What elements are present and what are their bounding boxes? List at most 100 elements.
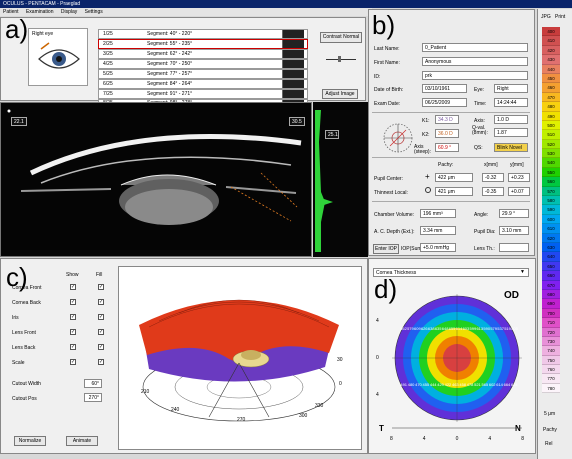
- segment-list[interactable]: 1/25 Segment: 40° - 220° 2/25 Segment: 55°…: [98, 29, 308, 106]
- scale-cell: 610: [542, 224, 560, 234]
- fill-checkbox[interactable]: ✓: [98, 284, 104, 290]
- thinnest-pachy: 421 μm: [435, 187, 473, 196]
- show-checkbox[interactable]: ✓: [70, 299, 76, 305]
- k1-label: K1:: [422, 118, 430, 124]
- scale-cell: 490: [542, 111, 560, 121]
- scale-step[interactable]: 5 μm: [544, 411, 555, 417]
- show-checkbox[interactable]: ✓: [70, 314, 76, 320]
- x-axis-ticks: 8 4 0 4 8: [390, 436, 524, 442]
- lens-thickness-value: [499, 243, 529, 252]
- thickness-value: 648: [441, 325, 449, 331]
- chamber-volume-label: Chamber Volume:: [374, 212, 415, 218]
- pachy-scale-button[interactable]: Pachy: [543, 427, 557, 433]
- menu-settings[interactable]: Settings: [85, 9, 103, 15]
- pupil-center-y: +0.23: [508, 173, 530, 182]
- scale-cell: 470: [542, 92, 560, 103]
- scale-cell: 780: [542, 383, 560, 394]
- enter-iop-button[interactable]: Enter IOP: [373, 244, 399, 254]
- thickness-value: 478: [466, 381, 474, 387]
- qs-status: Blink Novel: [494, 143, 528, 152]
- segment-row[interactable]: 4/25 Segment: 70° - 250°: [98, 59, 308, 69]
- scale-cell: 450: [542, 73, 560, 84]
- scale-cell: 460: [542, 83, 560, 93]
- angle-label-30: 30: [337, 357, 343, 363]
- thickness-value: 614: [455, 325, 463, 331]
- scale-cell: 410: [542, 36, 560, 46]
- dob-label: Date of Birth:: [374, 87, 404, 93]
- qval-label: Q-val. (8mm):: [472, 125, 488, 136]
- fill-checkbox[interactable]: ✓: [98, 359, 104, 365]
- color-scale: JPG Print 400 410 420 430 440 450 460 470 480 490…: [537, 9, 572, 459]
- scale-cell: 540: [542, 158, 560, 168]
- fill-checkbox[interactable]: ✓: [98, 344, 104, 350]
- pupil-dia-label: Pupil Dia:: [474, 229, 496, 235]
- scale-cell: 550: [542, 167, 560, 178]
- eye-label: Right eye: [32, 31, 54, 37]
- segment-row[interactable]: 3/25 Segment: 62° - 242°: [98, 49, 308, 59]
- show-checkbox[interactable]: ✓: [70, 284, 76, 290]
- 3d-cornea-view[interactable]: 300 270 240 210 330 0 30: [118, 266, 362, 450]
- scale-cell: 710: [542, 318, 560, 328]
- ac-depth-value: 3.34 mm: [420, 226, 456, 235]
- show-checkbox[interactable]: ✓: [70, 329, 76, 335]
- scale-cell: 500: [542, 120, 560, 131]
- thickness-value: 463: [451, 381, 459, 387]
- fill-checkbox[interactable]: ✓: [98, 314, 104, 320]
- segment-row-selected[interactable]: 2/25 Segment: 55° - 235°: [98, 39, 308, 49]
- last-name-label: Last Name:: [374, 46, 400, 52]
- fill-checkbox[interactable]: ✓: [98, 299, 104, 305]
- contrast-button[interactable]: Contrast Normal: [320, 32, 362, 43]
- scale-cell: 620: [542, 233, 560, 243]
- segment-row[interactable]: 5/25 Segment: 77° - 257°: [98, 69, 308, 79]
- thinnest-label: Thinnest Local:: [374, 190, 408, 196]
- chevron-down-icon[interactable]: ▼: [520, 269, 525, 275]
- density-profile: 25.1: [313, 102, 368, 257]
- scheimpflug-scan: [7, 109, 302, 225]
- cutout-width-input[interactable]: 60°: [84, 379, 102, 388]
- scale-cell: 600: [542, 214, 560, 225]
- scale-cell: 420: [542, 45, 560, 56]
- ac-depth-label: A. C. Depth (Ext.):: [374, 229, 415, 235]
- adjust-image-button[interactable]: Adjust Image: [322, 89, 358, 99]
- first-name-field[interactable]: Anonymous: [422, 57, 528, 66]
- thinnest-x: -0.35: [482, 187, 504, 196]
- show-checkbox[interactable]: ✓: [70, 359, 76, 365]
- segment-row[interactable]: 1/25 Segment: 40° - 220°: [98, 29, 308, 39]
- y-header: y[mm]: [510, 162, 524, 168]
- scale-cell: 670: [542, 280, 560, 290]
- panel-letter-b: b): [372, 10, 396, 40]
- thickness-value: 505: [511, 325, 518, 331]
- cutout-pos-input[interactable]: 270°: [84, 393, 102, 402]
- scheimpflug-image: 22.1 30.5: [0, 102, 312, 257]
- thickness-value: 626: [420, 325, 428, 331]
- fill-checkbox[interactable]: ✓: [98, 329, 104, 335]
- id-field[interactable]: prk: [422, 71, 528, 80]
- angle-label-300: 300: [299, 413, 308, 419]
- dob-field[interactable]: 03/10/1961: [422, 84, 467, 93]
- segment-row[interactable]: 6/25 Segment: 84° - 264°: [98, 79, 308, 89]
- pupil-center-pachy: 422 μm: [435, 173, 473, 182]
- jpg-button[interactable]: JPG: [541, 14, 551, 20]
- scale-cell: 560: [542, 177, 560, 187]
- scale-cell: 650: [542, 261, 560, 272]
- print-button[interactable]: Print: [555, 14, 565, 20]
- contrast-slider[interactable]: [326, 56, 356, 62]
- id-label: ID:: [374, 74, 381, 80]
- normalize-button[interactable]: Normalize: [14, 436, 46, 446]
- segment-row[interactable]: 7/25 Segment: 91° - 271°: [98, 89, 308, 99]
- rel-scale-button[interactable]: Rel: [545, 441, 553, 447]
- scale-cell: 690: [542, 299, 560, 309]
- x-tick: 8: [521, 436, 524, 442]
- thickness-value: 458: [459, 381, 467, 387]
- thickness-value: 521: [474, 381, 481, 387]
- show-checkbox[interactable]: ✓: [70, 344, 76, 350]
- scale-cell: 480: [542, 102, 560, 112]
- last-name-field[interactable]: 0_Patient: [422, 43, 528, 52]
- thickness-value: 613: [476, 325, 484, 331]
- y-tick: 0: [376, 355, 379, 361]
- menu-display[interactable]: Display: [61, 9, 77, 15]
- menu-examination[interactable]: Examination: [26, 9, 54, 15]
- animate-button[interactable]: Animate: [66, 436, 98, 446]
- cutout-pos-label: Cutout Pos: [12, 396, 37, 402]
- thickness-value: 590: [483, 325, 491, 331]
